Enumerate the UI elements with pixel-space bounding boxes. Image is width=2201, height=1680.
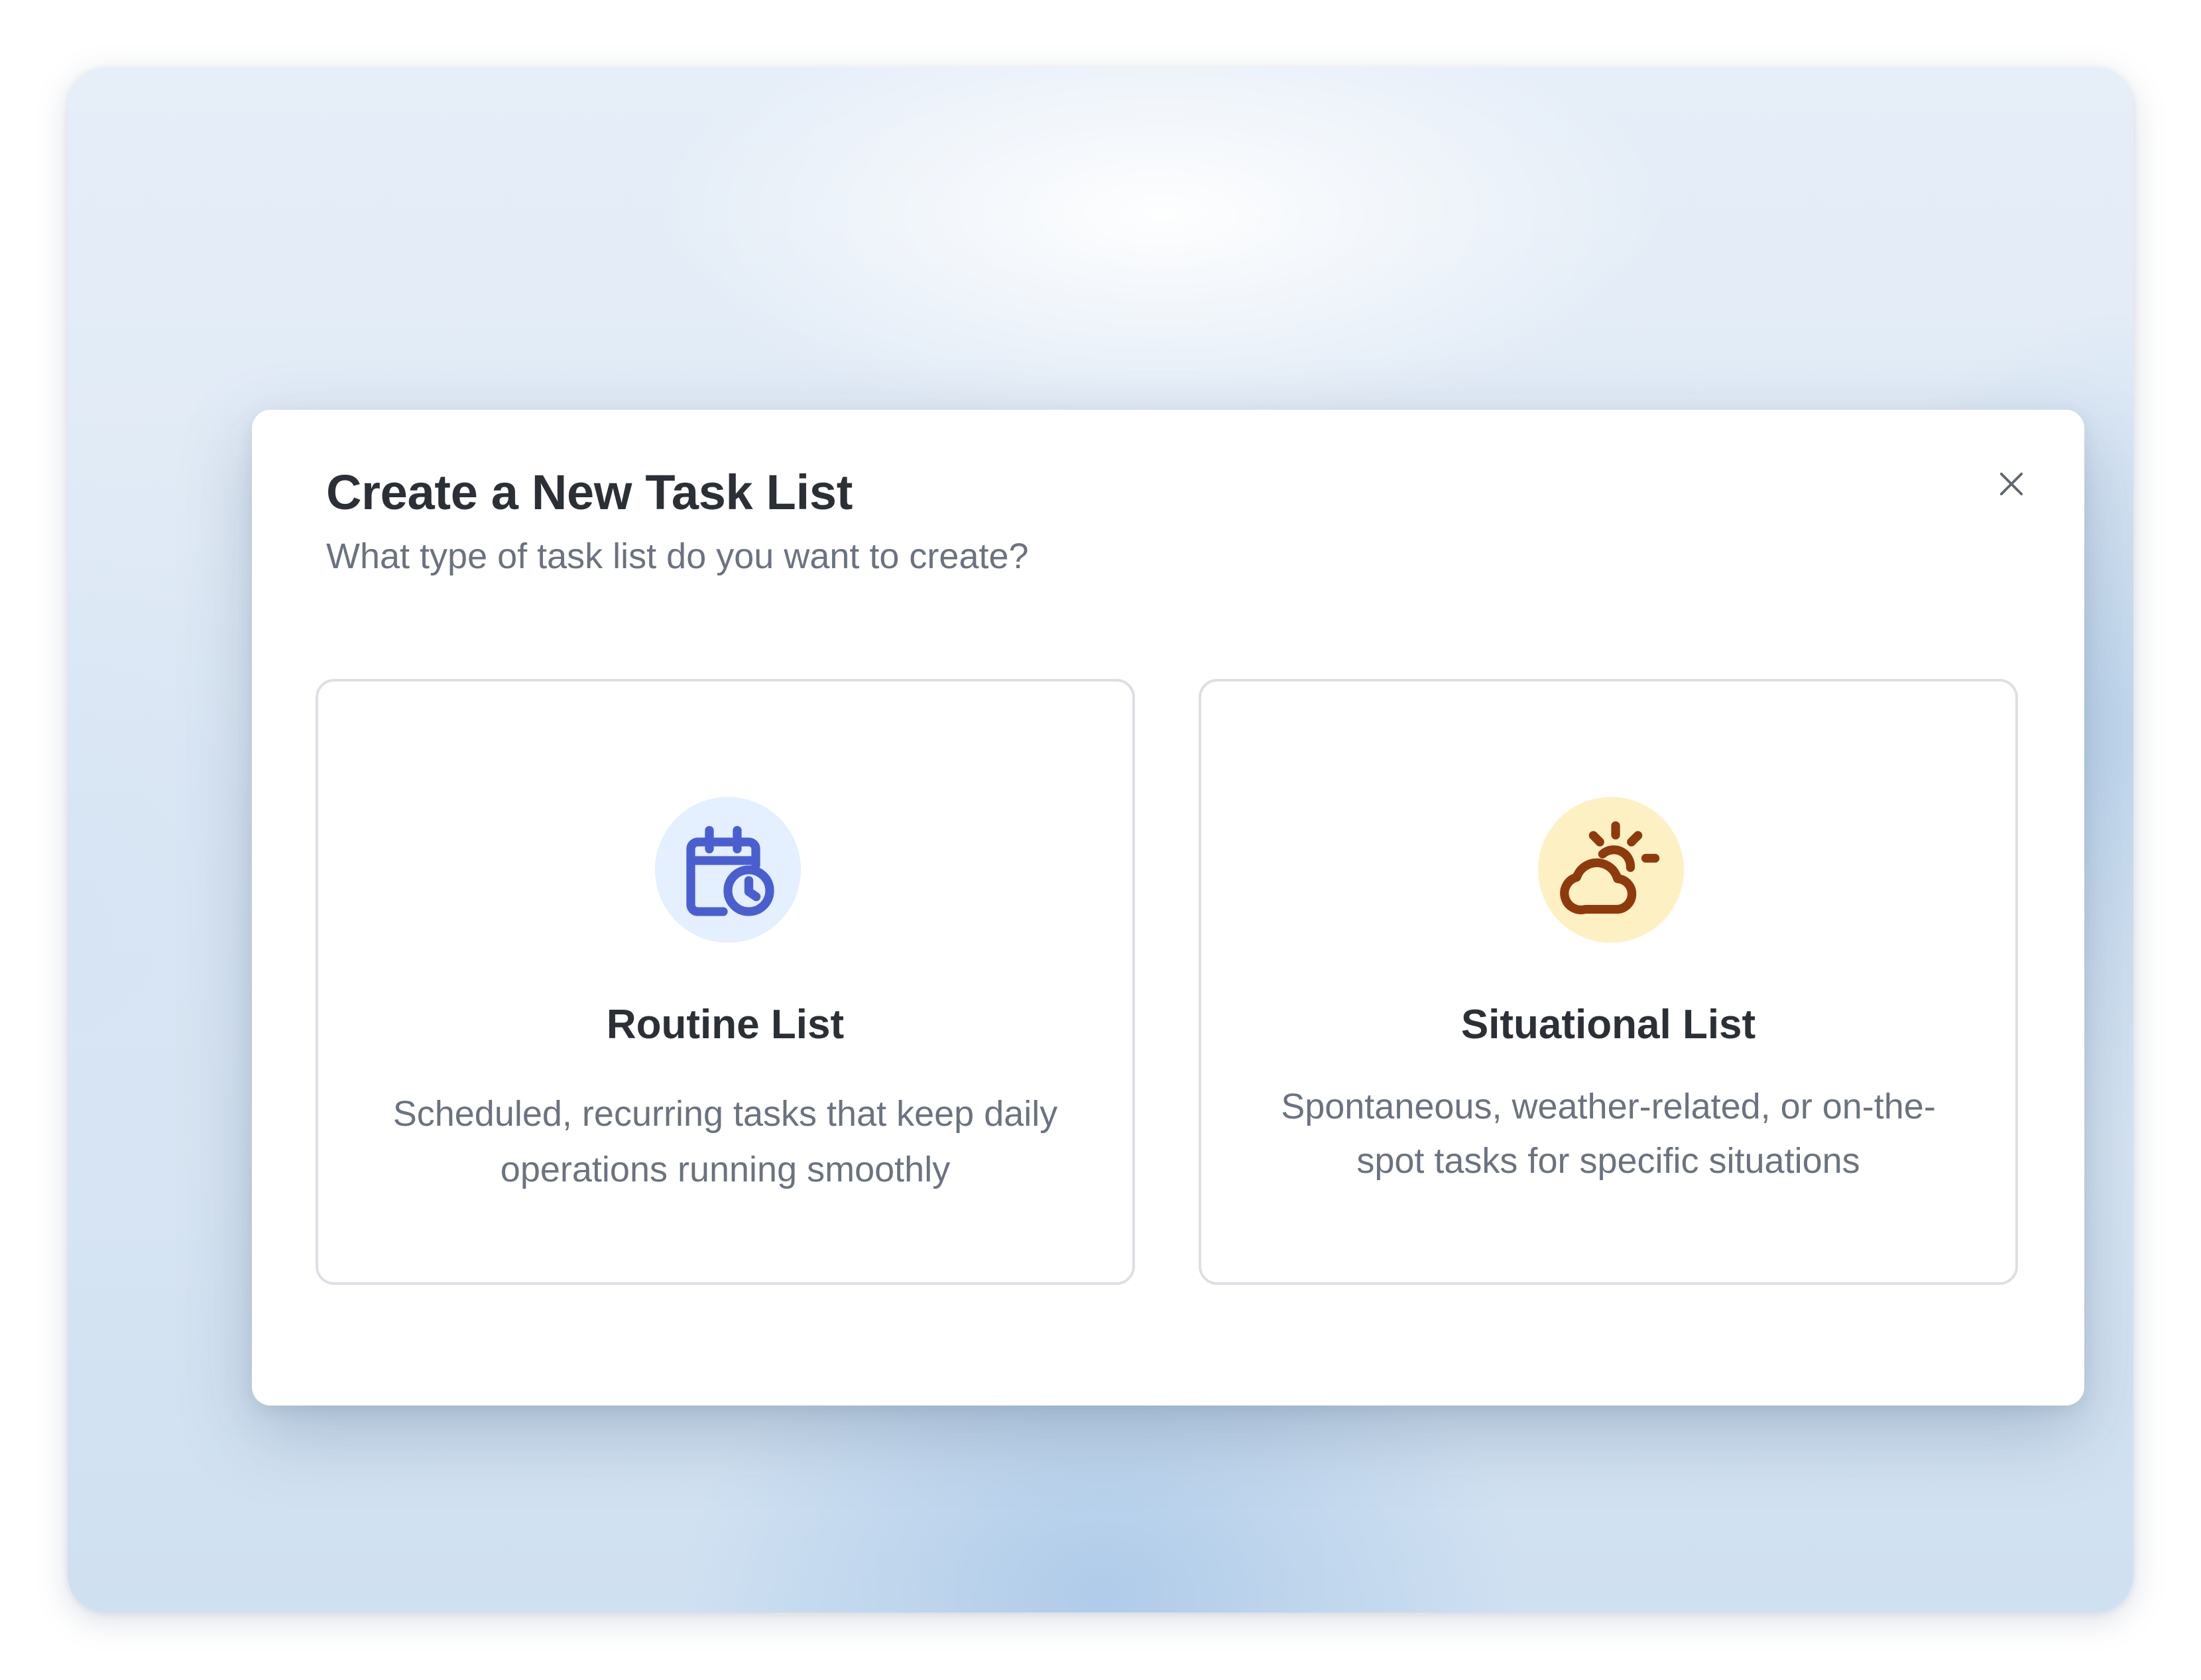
dialog-title: Create a New Task List <box>326 465 853 520</box>
routine-icon-badge <box>655 797 801 943</box>
close-button[interactable] <box>1985 457 2038 510</box>
routine-list-title: Routine List <box>606 1002 845 1048</box>
dialog-subtitle: What type of task list do you want to cr… <box>326 536 1029 576</box>
create-task-list-dialog: Create a New Task List What type of task… <box>252 410 2084 1406</box>
close-icon <box>1999 472 2023 496</box>
situational-icon-badge <box>1538 797 1684 943</box>
situational-list-description: Spontaneous, weather-related, or on-the-… <box>1281 1087 1936 1181</box>
sun-behind-cloud-icon <box>1560 821 1660 914</box>
routine-list-option[interactable]: Routine List Scheduled, recurring tasks … <box>316 679 1135 1285</box>
routine-list-description: Scheduled, recurring tasks that keep dai… <box>392 1094 1058 1189</box>
background-frame: Create a New Task List What type of task… <box>68 68 2133 1612</box>
calendar-clock-icon <box>686 825 774 916</box>
situational-list-option[interactable]: Situational List Spontaneous, weather-re… <box>1199 679 2018 1285</box>
situational-list-title: Situational List <box>1460 1002 1756 1048</box>
